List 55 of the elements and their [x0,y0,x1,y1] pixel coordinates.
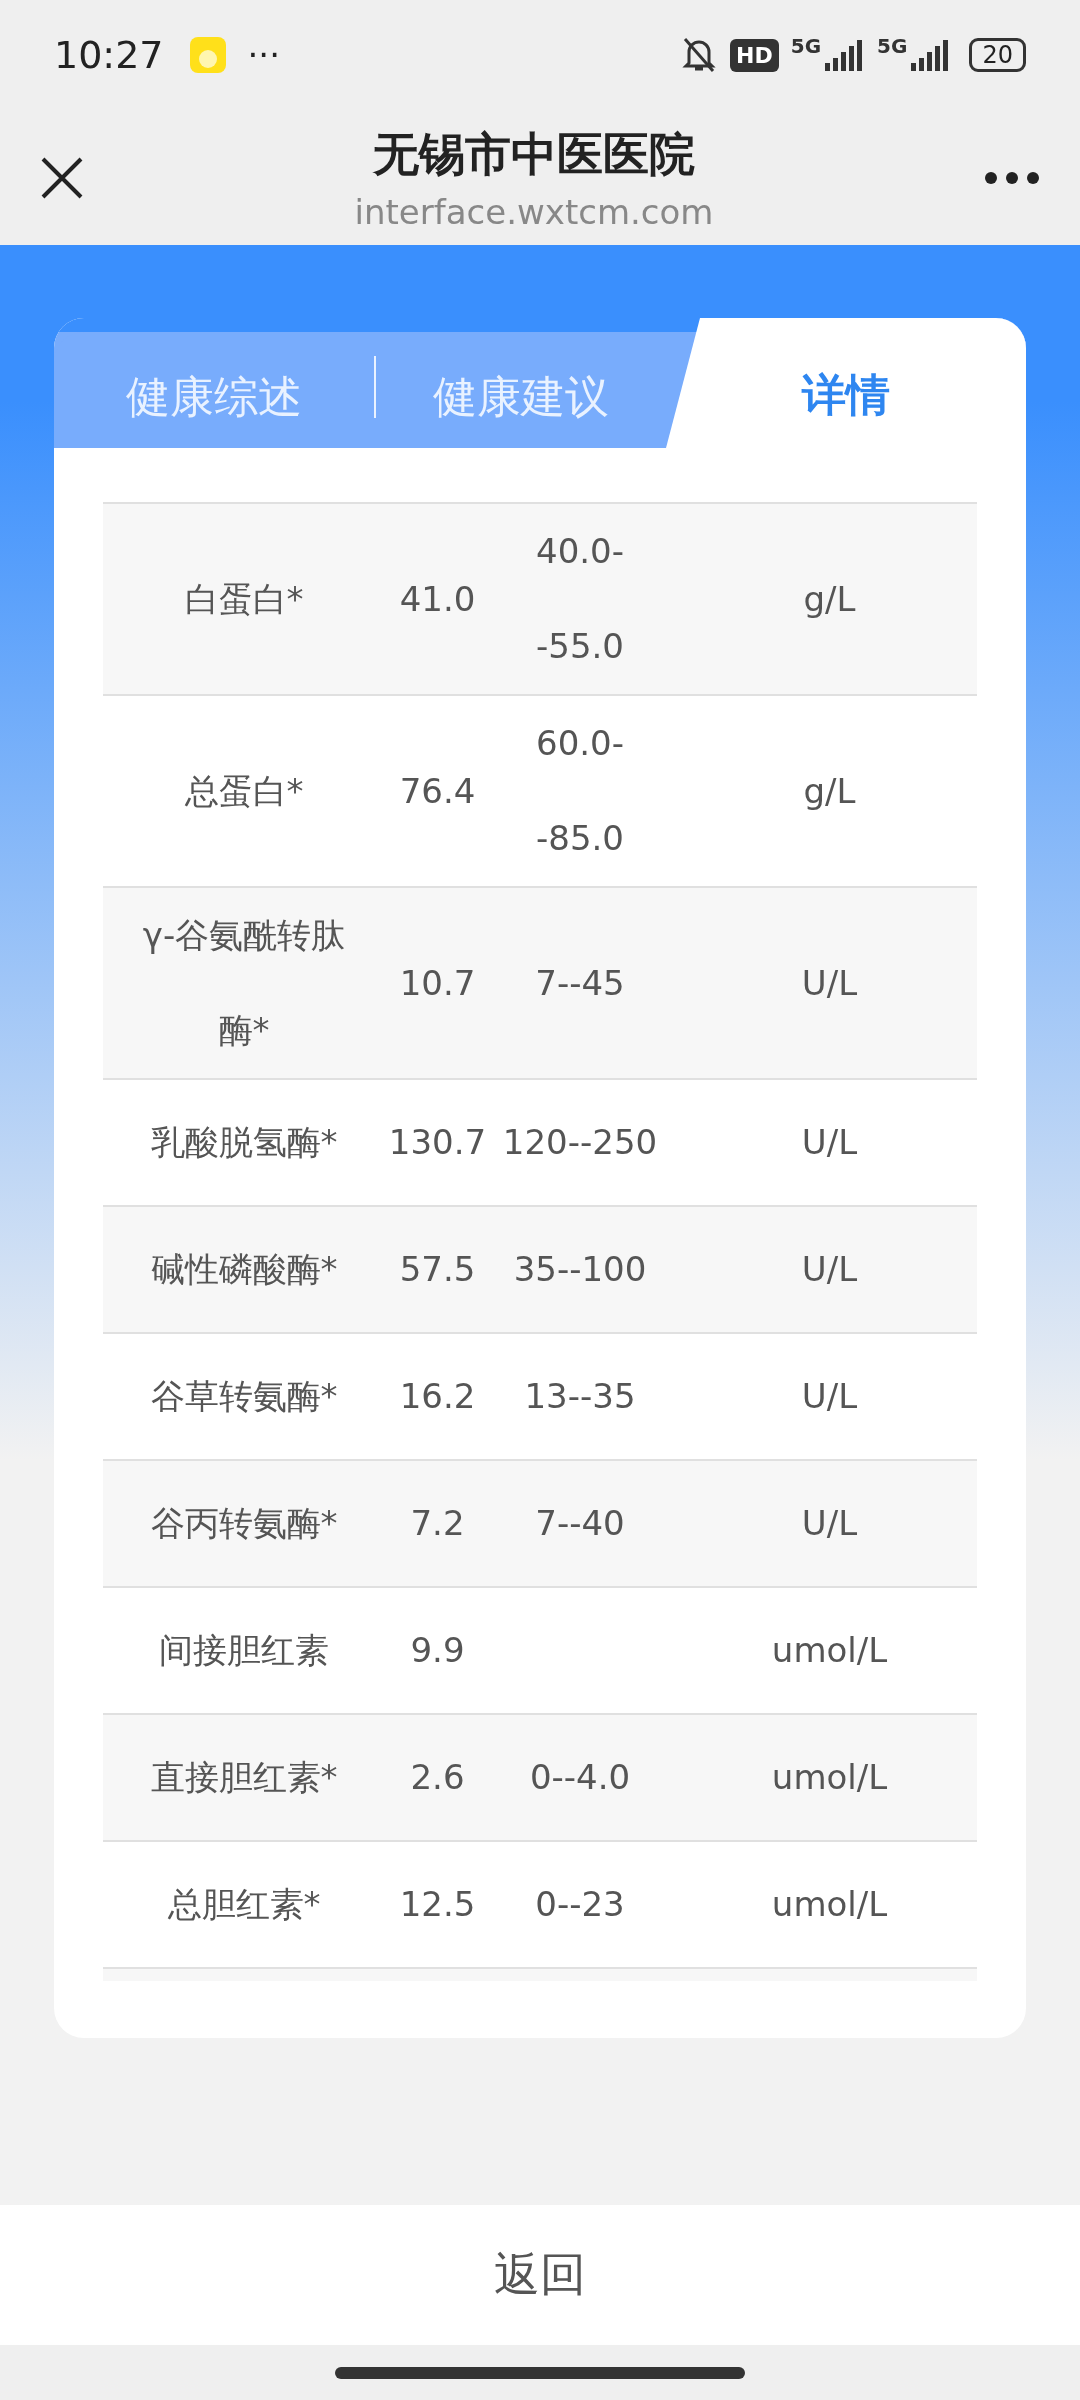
reference-range: 120--250 [502,1121,658,1164]
test-name: 碱性磷酸酶* [150,1248,338,1291]
home-indicator[interactable] [335,2366,745,2379]
hd-badge: HD [730,38,779,72]
network-type: 5G [877,34,908,58]
test-value: 41.0 [399,577,476,621]
reference-range: 7--45 [535,961,625,1005]
test-value: 76.4 [399,769,476,813]
test-name: 谷草转氨酶* [150,1375,338,1418]
test-name: γ-谷氨酰转肽酶* [141,914,347,1052]
reference-range: -55.0 [536,625,624,668]
reference-range: 0--4.0 [529,1756,631,1799]
more-icon[interactable] [984,170,1040,185]
test-unit: U/L [801,1502,858,1545]
test-name: 总胆红素* [167,1883,321,1926]
test-value: 130.7 [388,1121,487,1164]
reference-range: 0--23 [535,1883,625,1926]
test-name: 乳酸脱氢酶* [150,1121,338,1164]
network-type: 5G [790,34,822,58]
status-time: 10:27 [54,33,164,77]
reference-range: 60.0- [536,722,624,765]
test-unit: umol/L [771,1756,888,1799]
test-unit: g/L [803,769,856,813]
test-unit: U/L [801,1121,858,1164]
test-value: 7.2 [410,1502,465,1545]
notification-overflow: ··· [247,35,280,75]
test-name: 总蛋白* [184,769,304,813]
test-unit: g/L [803,577,856,621]
test-name: 白蛋白* [184,577,304,621]
app-icon [189,37,226,73]
reference-range: 7--40 [535,1502,625,1545]
reference-range: 13--35 [524,1375,636,1418]
tab[interactable]: 详情 [666,318,1026,448]
test-name: 间接胆红素 [159,1629,329,1672]
test-unit: U/L [801,961,858,1005]
test-value: 57.5 [399,1248,476,1291]
test-value: 16.2 [399,1375,476,1418]
test-value: 9.9 [410,1629,465,1672]
test-value: 12.5 [399,1883,476,1926]
test-value: 10.7 [399,961,476,1005]
reference-range: -85.0 [536,817,624,860]
test-unit: U/L [801,1248,858,1291]
test-unit: U/L [801,1375,858,1418]
reference-range: 40.0- [536,530,624,573]
test-name: 直接胆红素* [150,1756,338,1799]
page-title: 无锡市中医医院 [373,125,695,183]
close-icon[interactable] [40,155,84,200]
page-url: interface.wxtcm.com [354,191,714,232]
test-unit: umol/L [771,1629,888,1672]
battery-level: 20 [969,38,1026,72]
reference-range: 35--100 [513,1248,647,1291]
bell-muted-icon [680,35,719,75]
test-name: 谷丙转氨酶* [150,1502,338,1545]
test-value: 2.6 [410,1756,465,1799]
test-unit: umol/L [771,1883,888,1926]
